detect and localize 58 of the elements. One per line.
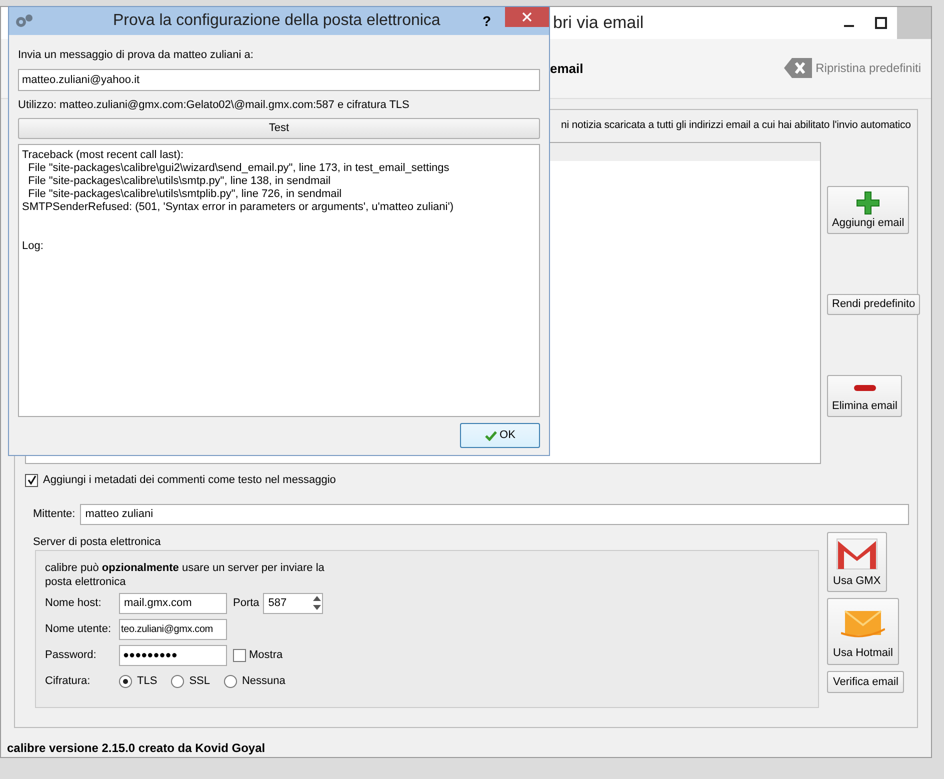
- checkmark-icon: [484, 430, 497, 440]
- sender-field[interactable]: matteo zuliani: [80, 504, 909, 525]
- checkbox[interactable]: [233, 648, 246, 662]
- checkbox[interactable]: [25, 474, 38, 487]
- description-text: ni notizia scaricata a tutti gli indirizzi email a cui hai abilitato l'invio automatico: [561, 118, 911, 133]
- test-button[interactable]: Test: [18, 118, 540, 139]
- server-info-text: Utilizzo: matteo.zuliani@gmx.com:Gelato02\@mail.gmx.com:587 e cifratura TLS: [18, 98, 410, 112]
- password-field[interactable]: ●●●●●●●●●: [119, 644, 227, 666]
- host-field[interactable]: mail.gmx.com: [119, 592, 227, 614]
- window-title: bri via email: [553, 12, 644, 34]
- intro-text: calibre può opzionalmente usare un server per inviare la posta elettronica: [45, 560, 326, 589]
- log-line: Traceback (most recent call last):: [22, 149, 185, 162]
- mail-logo-icon: [834, 536, 879, 571]
- log-line: SMTPSenderRefused: (501, 'Syntax error in parameters or arguments', u'matteo zuliani'): [22, 201, 454, 214]
- field-label: Nome utente:: [45, 622, 112, 638]
- plus-icon: [856, 190, 880, 215]
- field-label: Cifratura:: [45, 674, 92, 690]
- help-button[interactable]: ?: [482, 10, 491, 32]
- list-action-button[interactable]: Rendi predefinito: [827, 294, 920, 315]
- field-label: Password:: [45, 648, 98, 664]
- close-button[interactable]: [505, 7, 549, 27]
- radio-label: SSL: [189, 674, 210, 690]
- spin-arrows-icon: [312, 594, 322, 612]
- provider-button[interactable]: Usa Hotmail: [827, 598, 899, 665]
- clear-icon: [784, 58, 812, 78]
- prompt-text: Invia un messaggio di prova da matteo zuliani a:: [18, 48, 254, 63]
- port-spinbox[interactable]: 587: [263, 592, 324, 614]
- field-label: Mittente:: [33, 507, 76, 522]
- recipient-field[interactable]: matteo.zuliani@yahoo.it: [18, 68, 540, 90]
- list-action-button[interactable]: Aggiungi email: [827, 186, 910, 234]
- close-icon: [522, 12, 532, 22]
- provider-button[interactable]: Verifica email: [827, 670, 904, 694]
- minus-icon: [852, 384, 877, 392]
- status-text: calibre versione 2.15.0 creato da Kovid Goyal: [7, 740, 266, 757]
- radio-label: TLS: [137, 674, 158, 690]
- gears-icon: [15, 14, 33, 28]
- log-line: File "site-packages\calibre\utils\smtp.py", line 138, in sendmail: [27, 175, 332, 188]
- group-title: Server di posta elettronica: [33, 534, 161, 550]
- page-heading: email: [550, 60, 584, 78]
- field-label: Nome host:: [45, 596, 102, 612]
- checkbox-label: Aggiungi i metadati dei commenti come testo nel messaggio: [43, 472, 336, 488]
- log-line: File "site-packages\calibre\utils\smtplib.py", line 726, in sendmail: [27, 188, 343, 201]
- checkbox-label: Mostra: [249, 648, 283, 664]
- radio-button[interactable]: [224, 674, 237, 688]
- checkmark-icon: [26, 475, 36, 486]
- provider-button[interactable]: Usa GMX: [827, 532, 887, 592]
- radio-label: Nessuna: [242, 674, 286, 690]
- dialog-title: Prova la configurazione della posta elettronica: [113, 11, 440, 31]
- list-action-button[interactable]: Elimina email: [827, 374, 902, 418]
- radio-button[interactable]: [119, 674, 132, 688]
- radio-button[interactable]: [171, 674, 184, 688]
- field-label: Porta: [233, 596, 260, 612]
- maximize-icon[interactable]: [875, 16, 887, 29]
- log-label: Log:: [22, 240, 44, 253]
- ok-button[interactable]: OK: [460, 423, 540, 448]
- username-field[interactable]: teo.zuliani@gmx.com: [119, 618, 227, 640]
- restore-defaults-button[interactable]: Ripristina predefiniti: [784, 58, 921, 78]
- log-line: File "site-packages\calibre\gui2\wizard\send_email.py", line 173, in test_email_settings: [27, 162, 450, 175]
